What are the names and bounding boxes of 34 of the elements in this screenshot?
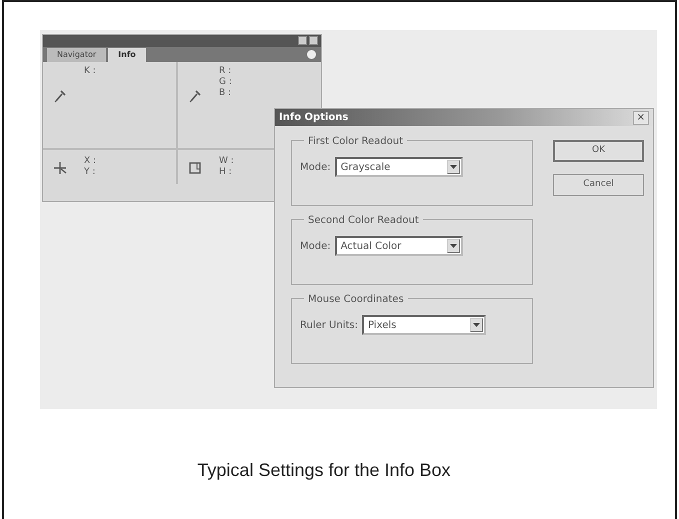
panel-menu-button[interactable] [306,49,317,60]
panel-tab[interactable]: Info [108,48,146,62]
dropdown-value: Actual Color [340,240,402,254]
dialog-button[interactable]: Cancel [553,174,644,196]
dropdown-value: Pixels [368,318,396,332]
minimize-button[interactable] [298,36,307,45]
field-label: Mode: [300,160,331,174]
readout-label: H : [219,167,233,178]
panel-tab[interactable]: Navigator [47,48,106,62]
readout-label: K : [84,66,96,77]
dropdown[interactable]: Grayscale [334,157,463,177]
eyedropper-icon [188,88,203,103]
rectangle-icon [188,160,203,174]
dropdown[interactable]: Actual Color [334,236,463,256]
caret-icon [473,323,480,327]
readout-label: X : [84,156,96,167]
dialog-button[interactable]: OK [553,140,644,162]
dropdown-value: Grayscale [340,160,390,174]
field-label: Ruler Units: [300,318,358,332]
field-label: Mode: [300,240,331,254]
readout-label: G : [219,77,232,88]
close-button[interactable]: × [632,110,649,124]
caret-icon [450,244,457,248]
figure-caption: Typical Settings for the Info Box [196,459,452,482]
readout-label: W : [219,156,234,167]
dialog-title: Info Options [279,111,348,125]
dropdown[interactable]: Pixels [362,315,486,335]
readout-label: R : [219,66,232,77]
crosshair-icon [53,160,68,174]
readout-label: B : [219,88,232,99]
caret-icon [450,165,457,169]
eyedropper-icon [53,88,68,103]
close-button[interactable] [309,36,318,45]
readout-label: Y : [84,167,96,178]
